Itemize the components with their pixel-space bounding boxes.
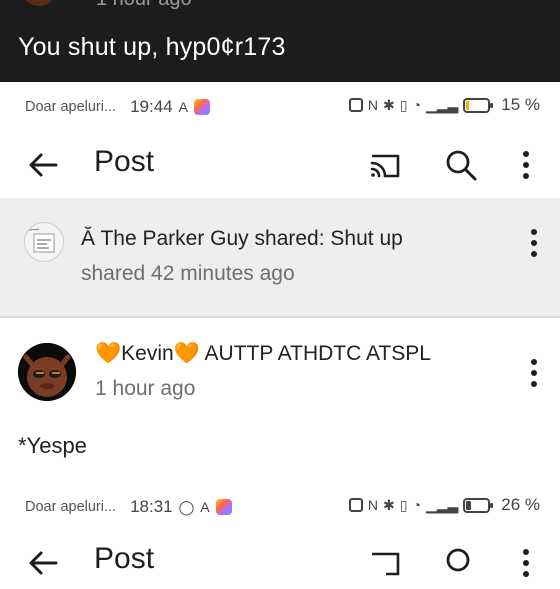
shared-post-title[interactable]: Shut up <box>330 227 402 250</box>
comment-time: 1 hour ago <box>95 377 196 400</box>
shared-by-line: Ă The Parker Guy shared: Shut up <box>81 227 403 251</box>
nfc-icon: N <box>367 97 379 113</box>
app-notification-icon <box>215 499 232 515</box>
avatar <box>24 0 54 6</box>
search-icon[interactable] <box>440 542 482 584</box>
status-bar: Doar apeluri... 19:44 A N ✱ ▯ ◔ ▁▂▃ 15 % <box>0 82 560 132</box>
previous-comment-text: You shut up, hyp0¢r173 <box>18 33 286 61</box>
comment-author-name[interactable]: Kevin <box>121 342 174 365</box>
sharer-avatar[interactable] <box>24 222 64 262</box>
status-right: N ✱ ▯ ◔ ▁▂▃ 15 % <box>348 95 540 115</box>
battery-icon <box>463 97 494 113</box>
clock: 18:31 <box>130 497 173 516</box>
screen-share-icon <box>348 498 363 512</box>
status-bar-2: Doar apeluri... 18:31 ◯ A N ✱ ▯ ◔ ▁▂▃ 26… <box>0 482 560 532</box>
accessibility-icon: A <box>178 99 188 115</box>
status-left: Doar apeluri... 19:44 A <box>25 97 210 117</box>
no-signal-icon: ▁▂▃ <box>425 96 459 113</box>
wifi-icon: ◔ <box>412 497 421 513</box>
orange-heart-icon: 🧡 <box>95 342 122 365</box>
commenter-avatar[interactable] <box>18 343 76 401</box>
comment-more-icon[interactable] <box>520 356 548 390</box>
page-title: Post <box>94 145 155 178</box>
search-icon[interactable] <box>440 144 482 186</box>
back-arrow-icon[interactable] <box>22 542 64 584</box>
back-arrow-icon[interactable] <box>22 144 64 186</box>
previous-screen-band: 1 hour ago You shut up, hyp0¢r173 <box>0 0 560 82</box>
shared-more-icon[interactable] <box>520 226 548 260</box>
nfc-icon: N <box>367 497 379 513</box>
page-title: Post <box>94 542 155 575</box>
bluetooth-icon: ✱ <box>383 96 395 113</box>
battery-percent: 26 % <box>501 495 540 514</box>
shared-post-banner[interactable]: Ă The Parker Guy shared: Shut up shared … <box>0 198 560 316</box>
status-right: N ✱ ▯ ◔ ▁▂▃ 26 % <box>348 495 540 515</box>
comment-body: *Yespe <box>18 433 87 458</box>
whatsapp-icon: ◯ <box>178 498 195 515</box>
more-vertical-icon[interactable] <box>505 144 547 186</box>
clock: 19:44 <box>130 97 173 116</box>
divider <box>0 316 560 318</box>
no-signal-icon: ▁▂▃ <box>425 496 459 513</box>
screen-share-icon <box>348 98 363 112</box>
orange-heart-icon: 🧡 <box>173 342 200 365</box>
battery-percent: 15 % <box>501 95 540 114</box>
comment-author-tags: AUTTP ATHDTC ATSPL <box>204 342 431 365</box>
app-bar-2: Post <box>0 536 560 577</box>
comment-author-line: 🧡Kevin🧡 AUTTP ATHDTC ATSPL <box>95 342 431 366</box>
carrier-label: Doar apeluri... <box>25 499 117 515</box>
vibrate-icon: ▯ <box>399 496 408 513</box>
cast-icon[interactable] <box>364 144 406 186</box>
more-vertical-icon[interactable] <box>505 542 547 584</box>
battery-icon <box>463 497 494 513</box>
shared-time: shared 42 minutes ago <box>81 262 295 285</box>
accessibility-icon: A <box>200 499 210 515</box>
bluetooth-icon: ✱ <box>383 496 395 513</box>
carrier-label: Doar apeluri... <box>25 99 117 115</box>
cast-icon[interactable] <box>364 542 406 584</box>
status-left: Doar apeluri... 18:31 ◯ A <box>25 497 232 517</box>
previous-comment-time: 1 hour ago <box>96 0 192 11</box>
sharer-name[interactable]: Ă The Parker Guy shared: <box>81 227 325 250</box>
app-notification-icon <box>193 99 210 115</box>
app-bar: Post <box>0 132 560 196</box>
vibrate-icon: ▯ <box>399 96 408 113</box>
wifi-icon: ◔ <box>412 97 421 113</box>
